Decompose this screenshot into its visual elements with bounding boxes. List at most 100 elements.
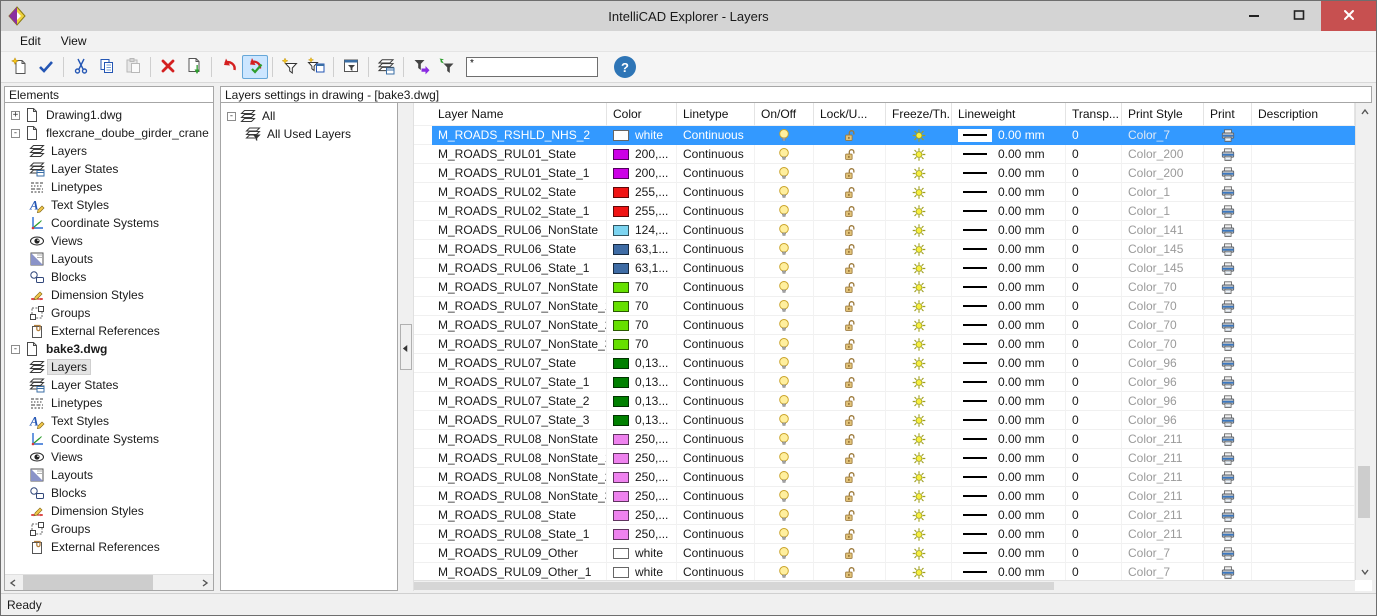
layer-name-cell[interactable]: M_ROADS_RUL07_State_2 [432,392,607,411]
filter-send-button[interactable] [408,55,434,79]
printer-icon[interactable] [1221,128,1235,143]
lock-cell[interactable] [814,563,886,580]
tree-item-flexcrane-doube-girder-crane[interactable]: -flexcrane_doube_girder_crane [5,124,213,142]
freeze-cell[interactable] [886,297,952,316]
lineweight-cell[interactable]: 0.00 mm [952,430,1066,449]
lock-open-icon[interactable] [843,394,857,409]
print-cell[interactable] [1204,202,1252,221]
description-cell[interactable] [1252,164,1355,183]
lineweight-cell[interactable]: 0.00 mm [952,392,1066,411]
lock-cell[interactable] [814,164,886,183]
print-cell[interactable] [1204,183,1252,202]
column-header-print-style[interactable]: Print Style [1122,103,1204,126]
close-button[interactable] [1321,1,1376,31]
sun-icon[interactable] [912,318,926,333]
sun-icon[interactable] [912,128,926,143]
freeze-cell[interactable] [886,183,952,202]
layer-name-cell[interactable]: M_ROADS_RUL06_NonState [432,221,607,240]
lock-open-icon[interactable] [843,375,857,390]
linetype-cell[interactable]: Continuous [677,335,755,354]
tree-item-drawing1-dwg[interactable]: +Drawing1.dwg [5,106,213,124]
layer-color-cell[interactable]: 250,... [607,430,677,449]
description-cell[interactable] [1252,487,1355,506]
freeze-cell[interactable] [886,145,952,164]
lock-open-icon[interactable] [843,280,857,295]
color-swatch[interactable] [613,168,629,179]
freeze-cell[interactable] [886,468,952,487]
print-cell[interactable] [1204,259,1252,278]
color-swatch[interactable] [613,396,629,407]
collapse-node-icon[interactable]: - [11,345,20,354]
printer-icon[interactable] [1221,166,1235,181]
lineweight-cell[interactable]: 0.00 mm [952,525,1066,544]
layer-row-m_roads_rul08_nonstate_3[interactable]: M_ROADS_RUL08_NonState_3250,...Continuou… [414,487,1355,506]
confirm-button[interactable] [33,55,59,79]
color-swatch[interactable] [613,244,629,255]
scroll-right-button[interactable] [197,575,213,591]
print-cell[interactable] [1204,468,1252,487]
color-swatch[interactable] [613,149,629,160]
expand-node-icon[interactable]: + [11,111,20,120]
color-swatch[interactable] [613,320,629,331]
transparency-cell[interactable]: 0 [1066,183,1122,202]
sun-icon[interactable] [912,565,926,580]
layer-row-m_roads_rul06_state[interactable]: M_ROADS_RUL06_State63,1...Continuous0.00… [414,240,1355,259]
transparency-cell[interactable]: 0 [1066,126,1122,145]
sun-icon[interactable] [912,147,926,162]
printer-icon[interactable] [1221,204,1235,219]
tree-item-groups[interactable]: Groups [5,520,213,538]
layer-color-cell[interactable]: 124,... [607,221,677,240]
color-swatch[interactable] [613,130,629,141]
transparency-cell[interactable]: 0 [1066,411,1122,430]
layer-row-m_roads_rshld_nhs_2[interactable]: M_ROADS_RSHLD_NHS_2whiteContinuous0.00 m… [414,126,1355,145]
lock-open-icon[interactable] [843,204,857,219]
on-off-cell[interactable] [755,544,814,563]
lock-open-icon[interactable] [843,451,857,466]
print-cell[interactable] [1204,354,1252,373]
sun-icon[interactable] [912,470,926,485]
freeze-cell[interactable] [886,392,952,411]
freeze-cell[interactable] [886,506,952,525]
color-swatch[interactable] [613,282,629,293]
lock-open-icon[interactable] [843,128,857,143]
color-swatch[interactable] [613,472,629,483]
lock-open-icon[interactable] [843,356,857,371]
lineweight-cell[interactable]: 0.00 mm [952,373,1066,392]
on-off-cell[interactable] [755,449,814,468]
linetype-cell[interactable]: Continuous [677,164,755,183]
description-cell[interactable] [1252,202,1355,221]
layer-row-m_roads_rul08_nonstate_1[interactable]: M_ROADS_RUL08_NonState_1250,...Continuou… [414,449,1355,468]
color-swatch[interactable] [613,263,629,274]
freeze-cell[interactable] [886,202,952,221]
linetype-cell[interactable]: Continuous [677,373,755,392]
sun-icon[interactable] [912,489,926,504]
transparency-cell[interactable]: 0 [1066,373,1122,392]
sun-icon[interactable] [912,242,926,257]
new-filter-button[interactable] [277,55,303,79]
description-cell[interactable] [1252,563,1355,580]
tree-item-all-used-layers[interactable]: All Used Layers [221,125,397,143]
lock-cell[interactable] [814,259,886,278]
tree-item-layer-states[interactable]: Layer States [5,376,213,394]
print-cell[interactable] [1204,544,1252,563]
linetype-cell[interactable]: Continuous [677,126,755,145]
layer-name-cell[interactable]: M_ROADS_RUL07_NonState_1 [432,297,607,316]
layer-name-cell[interactable]: M_ROADS_RUL08_NonState [432,430,607,449]
lock-cell[interactable] [814,221,886,240]
print-cell[interactable] [1204,392,1252,411]
transparency-cell[interactable]: 0 [1066,221,1122,240]
layer-row-m_roads_rul08_nonstate_2[interactable]: M_ROADS_RUL08_NonState_2250,...Continuou… [414,468,1355,487]
layer-color-cell[interactable]: 250,... [607,487,677,506]
freeze-cell[interactable] [886,164,952,183]
regen-all-button[interactable] [242,55,268,79]
layer-row-m_roads_rul01_state_1[interactable]: M_ROADS_RUL01_State_1200,...Continuous0.… [414,164,1355,183]
printer-icon[interactable] [1221,242,1235,257]
on-off-cell[interactable] [755,392,814,411]
lock-cell[interactable] [814,487,886,506]
layer-row-m_roads_rul02_state_1[interactable]: M_ROADS_RUL02_State_1255,...Continuous0.… [414,202,1355,221]
layer-name-cell[interactable]: M_ROADS_RUL08_State_1 [432,525,607,544]
printer-icon[interactable] [1221,318,1235,333]
color-swatch[interactable] [613,225,629,236]
description-cell[interactable] [1252,297,1355,316]
bulb-on-icon[interactable] [777,432,791,447]
